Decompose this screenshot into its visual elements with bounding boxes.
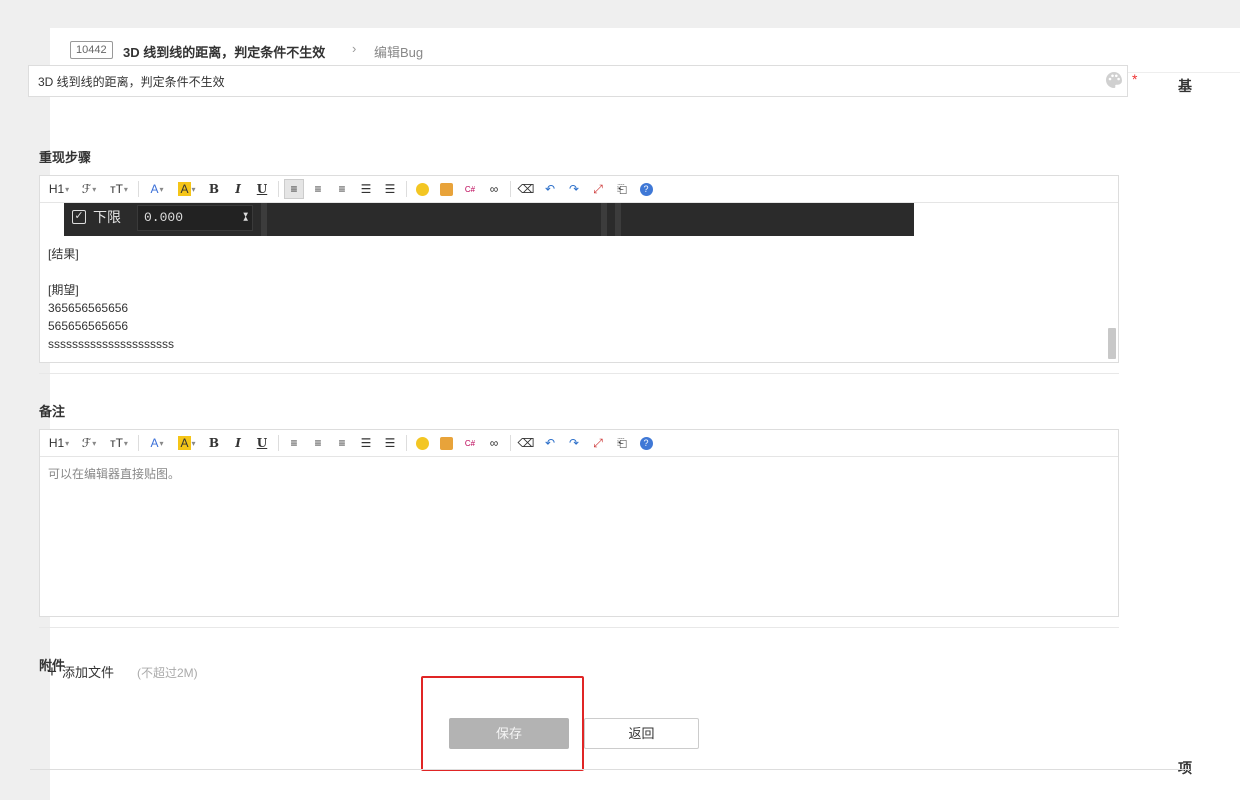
toolbar-divider	[138, 181, 139, 197]
code-icon[interactable]: C#	[460, 179, 480, 199]
align-left-icon[interactable]: ≡	[284, 179, 304, 199]
toolbar-divider	[278, 181, 279, 197]
align-center-icon[interactable]: ≡	[308, 179, 328, 199]
fullscreen-icon[interactable]: ⤢	[588, 179, 608, 199]
spin-down-icon: ▼	[243, 211, 248, 220]
notes-placeholder: 可以在编辑器直接贴图。	[48, 467, 181, 481]
main-panel: 10442 3D 线到线的距离，判定条件不生效 › 编辑Bug	[50, 28, 1240, 800]
emoji-icon[interactable]	[412, 433, 432, 453]
font-color-button[interactable]: A ▾	[144, 179, 170, 199]
font-size-dropdown[interactable]: ᴛT ▾	[106, 433, 132, 453]
notes-editor[interactable]: H1 ▾ ℱ ▾ ᴛT ▾ A ▾ A ▾ B I U ≡ ≡ ≡ ☰ ☰ C# ∞ ⌫ …	[39, 429, 1119, 617]
align-right-icon[interactable]: ≡	[332, 179, 352, 199]
steps-editor-content[interactable]: ✓ 下限 0.000 ▲ ▼ [结果] [期望] 365656565656 56…	[40, 203, 1118, 362]
steps-line: sssssssssssssssssssss	[48, 337, 174, 351]
steps-line: [期望]	[48, 283, 79, 297]
embedded-spinbox: 0.000 ▲ ▼	[137, 205, 253, 231]
paste-icon[interactable]: ⎗	[612, 179, 632, 199]
steps-line: 565656565656	[48, 319, 129, 333]
link-icon[interactable]: ∞	[484, 179, 504, 199]
highlight-button[interactable]: A ▾	[174, 179, 200, 199]
ordered-list-icon[interactable]: ☰	[356, 433, 376, 453]
footer-divider	[30, 769, 1190, 770]
palette-icon[interactable]	[1104, 70, 1124, 90]
embedded-spinbox-value: 0.000	[144, 210, 184, 225]
unordered-list-icon[interactable]: ☰	[380, 179, 400, 199]
font-color-button[interactable]: A ▾	[144, 433, 170, 453]
font-family-dropdown[interactable]: ℱ ▾	[76, 433, 102, 453]
embedded-screenshot: ✓ 下限 0.000 ▲ ▼	[64, 203, 914, 236]
steps-editor[interactable]: H1 ▾ ℱ ▾ ᴛT ▾ A ▾ A ▾ B I U ≡ ≡ ≡ ☰ ☰ C# ∞ ⌫ …	[39, 175, 1119, 363]
font-size-dropdown[interactable]: ᴛT ▾	[106, 179, 132, 199]
redo-icon[interactable]: ↷	[564, 179, 584, 199]
eraser-icon[interactable]: ⌫	[516, 179, 536, 199]
redo-icon[interactable]: ↷	[564, 433, 584, 453]
embedded-divider	[261, 203, 267, 236]
plus-icon: +	[47, 661, 57, 681]
file-size-hint: (不超过2M)	[137, 666, 198, 680]
steps-label: 重现步骤	[39, 150, 92, 165]
bold-button[interactable]: B	[204, 433, 224, 453]
add-file-label: 添加文件	[61, 665, 114, 680]
bold-button[interactable]: B	[204, 179, 224, 199]
image-icon[interactable]	[436, 179, 456, 199]
notes-editor-content[interactable]: 可以在编辑器直接贴图。	[40, 457, 1118, 616]
side-panel-label-2: 项	[1178, 760, 1192, 776]
crumb-current: 编辑Bug	[374, 45, 424, 60]
italic-button[interactable]: I	[228, 179, 248, 199]
steps-line: 365656565656	[48, 301, 129, 315]
steps-toolbar: H1 ▾ ℱ ▾ ᴛT ▾ A ▾ A ▾ B I U ≡ ≡ ≡ ☰ ☰ C# ∞ ⌫ …	[40, 176, 1118, 203]
ordered-list-icon[interactable]: ☰	[356, 179, 376, 199]
embedded-checkbox-label: 下限	[93, 209, 121, 225]
toolbar-divider	[510, 181, 511, 197]
font-family-dropdown[interactable]: ℱ ▾	[76, 179, 102, 199]
toolbar-divider	[406, 435, 407, 451]
checkbox-checked-icon: ✓	[72, 210, 86, 224]
bug-title-crumb[interactable]: 3D 线到线的距离，判定条件不生效	[123, 42, 325, 61]
notes-toolbar: H1 ▾ ℱ ▾ ᴛT ▾ A ▾ A ▾ B I U ≡ ≡ ≡ ☰ ☰ C# ∞ ⌫ …	[40, 430, 1118, 457]
underline-button[interactable]: U	[252, 179, 272, 199]
underline-button[interactable]: U	[252, 433, 272, 453]
section-divider	[39, 627, 1119, 628]
heading-dropdown[interactable]: H1 ▾	[46, 433, 72, 453]
add-file-button[interactable]: + 添加文件	[47, 662, 114, 681]
help-icon[interactable]: ?	[636, 179, 656, 199]
unordered-list-icon[interactable]: ☰	[380, 433, 400, 453]
align-right-icon[interactable]: ≡	[332, 433, 352, 453]
steps-scrollbar[interactable]	[1108, 328, 1116, 359]
toolbar-divider	[510, 435, 511, 451]
eraser-icon[interactable]: ⌫	[516, 433, 536, 453]
undo-icon[interactable]: ↶	[540, 433, 560, 453]
toolbar-divider	[138, 435, 139, 451]
highlight-annotation-box	[421, 676, 584, 771]
toolbar-divider	[278, 435, 279, 451]
align-center-icon[interactable]: ≡	[308, 433, 328, 453]
side-panel-label: 基	[1178, 78, 1192, 94]
code-icon[interactable]: C#	[460, 433, 480, 453]
section-divider	[39, 373, 1119, 374]
back-button[interactable]: 返回	[584, 718, 699, 749]
required-mark: *	[1132, 71, 1138, 87]
undo-icon[interactable]: ↶	[540, 179, 560, 199]
fullscreen-icon[interactable]: ⤢	[588, 433, 608, 453]
steps-line: [结果]	[48, 247, 79, 261]
image-icon[interactable]	[436, 433, 456, 453]
help-icon[interactable]: ?	[636, 433, 656, 453]
title-input[interactable]	[28, 65, 1128, 97]
emoji-icon[interactable]	[412, 179, 432, 199]
embedded-divider	[615, 203, 621, 236]
align-left-icon[interactable]: ≡	[284, 433, 304, 453]
toolbar-divider	[406, 181, 407, 197]
embedded-divider	[601, 203, 607, 236]
paste-icon[interactable]: ⎗	[612, 433, 632, 453]
bug-id-badge: 10442	[70, 41, 113, 59]
notes-label: 备注	[39, 404, 66, 419]
chevron-right-icon: ›	[352, 41, 357, 56]
heading-dropdown[interactable]: H1 ▾	[46, 179, 72, 199]
highlight-button[interactable]: A ▾	[174, 433, 200, 453]
link-icon[interactable]: ∞	[484, 433, 504, 453]
italic-button[interactable]: I	[228, 433, 248, 453]
